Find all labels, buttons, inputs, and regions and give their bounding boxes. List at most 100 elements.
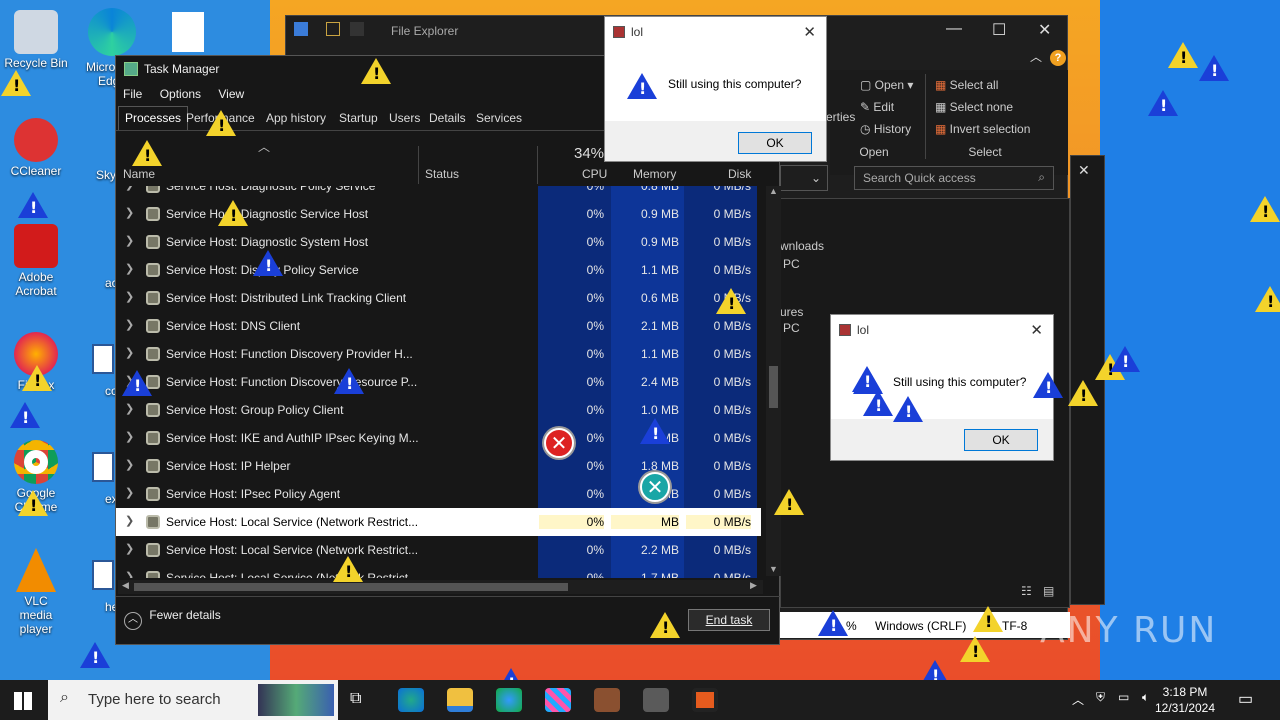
tab-app-history[interactable]: App history xyxy=(266,111,326,125)
lol-dialog-1[interactable]: lol ✕ Still using this computer? OK xyxy=(604,16,827,162)
close-icon[interactable]: ✕ xyxy=(1030,321,1043,339)
close-icon[interactable]: ✕ xyxy=(1038,20,1051,40)
menu-options[interactable]: Options xyxy=(160,87,201,101)
scrollbar-thumb[interactable] xyxy=(769,366,778,408)
column-header-memory[interactable]: Memory xyxy=(633,167,676,181)
expand-chevron-icon[interactable]: ❯ xyxy=(125,542,134,555)
expand-chevron-icon[interactable]: ❯ xyxy=(125,514,134,527)
details-view-icon[interactable]: ☷ xyxy=(1021,584,1032,598)
table-row[interactable]: ❯ Service Host: Diagnostic Service Host 0%… xyxy=(116,200,761,228)
notifications-icon[interactable]: ▭ xyxy=(1238,689,1253,709)
table-row[interactable]: ❯ Service Host: Distributed Link Tracking… xyxy=(116,284,761,312)
tab-startup[interactable]: Startup xyxy=(339,111,378,125)
ok-button[interactable]: OK xyxy=(964,429,1038,451)
acrobat-icon xyxy=(14,224,58,268)
maximize-icon[interactable]: ☐ xyxy=(992,20,1006,40)
word-doc-icon[interactable] xyxy=(92,344,114,374)
expand-chevron-icon[interactable]: ❯ xyxy=(125,186,134,191)
table-row[interactable]: ❯ Service Host: Local Service (Network Re… xyxy=(116,508,761,536)
history-button[interactable]: ◷ History xyxy=(860,122,911,136)
browser-taskbar-icon[interactable] xyxy=(496,688,522,712)
expand-chevron-icon[interactable]: ❯ xyxy=(125,346,134,359)
address-dropdown[interactable]: ⌄ xyxy=(780,165,828,191)
menu-file[interactable]: File xyxy=(123,87,142,101)
taskbar-search-box[interactable]: ⌕ Type here to search xyxy=(48,680,338,720)
close-icon[interactable]: ✕ xyxy=(803,23,816,41)
tab-processes[interactable]: Processes xyxy=(118,106,189,130)
image-file-icon[interactable] xyxy=(172,12,204,52)
process-name: Service Host: IP Helper xyxy=(166,459,291,473)
tiles-view-icon[interactable]: ▤ xyxy=(1043,584,1054,598)
column-header-status[interactable]: Status xyxy=(425,167,459,181)
close-icon[interactable]: ✕ xyxy=(1078,162,1090,179)
column-header-name[interactable]: Name xyxy=(123,167,155,181)
expand-chevron-icon[interactable]: ❯ xyxy=(125,402,134,415)
file-explorer-taskbar-icon[interactable] xyxy=(447,688,473,712)
word-doc-icon[interactable] xyxy=(92,452,114,482)
expand-chevron-icon[interactable]: ❯ xyxy=(125,430,134,443)
table-row[interactable]: ❯ Service Host: Local Service (Network Re… xyxy=(116,564,761,578)
chevron-up-icon[interactable]: ︿ xyxy=(1030,48,1042,65)
desktop-icon-vlc[interactable]: VLC media player xyxy=(0,548,72,636)
open-button[interactable]: ▢ Open ▾ xyxy=(860,78,913,92)
tab-services[interactable]: Services xyxy=(476,111,522,125)
app-taskbar-icon[interactable] xyxy=(545,688,571,712)
horizontal-scrollbar[interactable]: ◀ ▶ xyxy=(118,580,763,594)
properties-icon[interactable] xyxy=(326,22,340,36)
clock[interactable]: 3:18 PM 12/31/2024 xyxy=(1145,684,1225,716)
column-header-disk[interactable]: Disk xyxy=(728,167,751,181)
windows-start-icon[interactable] xyxy=(14,692,32,710)
table-row[interactable]: ❯ Service Host: Display Policy Service 0% 1… xyxy=(116,256,761,284)
app-taskbar-icon[interactable] xyxy=(594,688,620,712)
desktop-icon-recycle-bin[interactable]: Recycle Bin xyxy=(0,10,72,70)
expand-chevron-icon[interactable]: ❯ xyxy=(125,486,134,499)
table-row[interactable]: ❯ Service Host: Function Discovery Resour… xyxy=(116,368,761,396)
hscrollbar-thumb[interactable] xyxy=(134,583,568,591)
desktop-icon-adobe-acrobat[interactable]: Adobe Acrobat xyxy=(0,224,72,298)
invert-selection-button[interactable]: ▦ Invert selection xyxy=(935,122,1030,136)
fewer-details-button[interactable]: ︿ Fewer details xyxy=(124,608,221,630)
network-icon[interactable]: ▭ xyxy=(1118,690,1129,704)
app-taskbar-icon[interactable] xyxy=(692,688,718,712)
new-folder-icon[interactable] xyxy=(350,22,364,36)
tab-users[interactable]: Users xyxy=(389,111,420,125)
scroll-left-icon[interactable]: ◀ xyxy=(122,580,129,591)
expand-chevron-icon[interactable]: ❯ xyxy=(125,570,134,578)
table-row[interactable]: ❯ Service Host: Function Discovery Provid… xyxy=(116,340,761,368)
search-input[interactable]: Search Quick access ⌕ xyxy=(854,166,1054,190)
expand-chevron-icon[interactable]: ❯ xyxy=(125,234,134,247)
tab-details[interactable]: Details xyxy=(429,111,466,125)
word-doc-icon[interactable] xyxy=(92,560,114,590)
table-row[interactable]: ❯ Service Host: Diagnostic System Host 0% 0… xyxy=(116,228,761,256)
scroll-right-icon[interactable]: ▶ xyxy=(750,580,757,591)
select-none-button[interactable]: ▦ Select none xyxy=(935,100,1013,114)
expand-chevron-icon[interactable]: ❯ xyxy=(125,458,134,471)
table-row[interactable]: ❯ Service Host: Local Service (Network Re… xyxy=(116,536,761,564)
menu-view[interactable]: View xyxy=(218,87,244,101)
expand-chevron-icon[interactable]: ❯ xyxy=(125,206,134,219)
expand-chevron-icon[interactable]: ❯ xyxy=(125,262,134,275)
security-icon[interactable]: ⛨ xyxy=(1096,690,1105,705)
desktop-icon-ccleaner[interactable]: CCleaner xyxy=(0,118,72,178)
edge-icon[interactable] xyxy=(88,8,136,56)
edit-button[interactable]: ✎ Edit xyxy=(860,100,894,114)
task-manager-taskbar-icon[interactable] xyxy=(643,688,669,712)
expand-chevron-icon[interactable]: ❯ xyxy=(125,290,134,303)
sort-chevron-icon[interactable]: ︿ xyxy=(258,138,270,155)
table-row[interactable]: ❯ Service Host: Diagnostic Policy Service… xyxy=(116,186,761,200)
ok-button[interactable]: OK xyxy=(738,132,812,154)
column-header-cpu[interactable]: CPU xyxy=(582,167,607,181)
help-icon[interactable]: ? xyxy=(1050,50,1066,66)
vertical-scrollbar[interactable]: ▲ ▼ xyxy=(766,186,781,576)
chevron-up-icon[interactable]: ︿ xyxy=(1072,691,1084,708)
minimize-icon[interactable]: — xyxy=(946,20,962,38)
search-icon: ⌕ xyxy=(60,689,69,706)
edge-taskbar-icon[interactable] xyxy=(398,688,424,712)
scroll-down-icon[interactable]: ▼ xyxy=(769,564,778,574)
table-row[interactable]: ❯ Service Host: DNS Client 0% 2.1 MB 0 MB/s xyxy=(116,312,761,340)
end-task-button[interactable]: End task xyxy=(688,609,770,631)
expand-chevron-icon[interactable]: ❯ xyxy=(125,318,134,331)
task-view-icon[interactable]: ⧉ xyxy=(350,690,361,708)
select-all-button[interactable]: ▦ Select all xyxy=(935,78,998,92)
scroll-up-icon[interactable]: ▲ xyxy=(769,186,778,196)
